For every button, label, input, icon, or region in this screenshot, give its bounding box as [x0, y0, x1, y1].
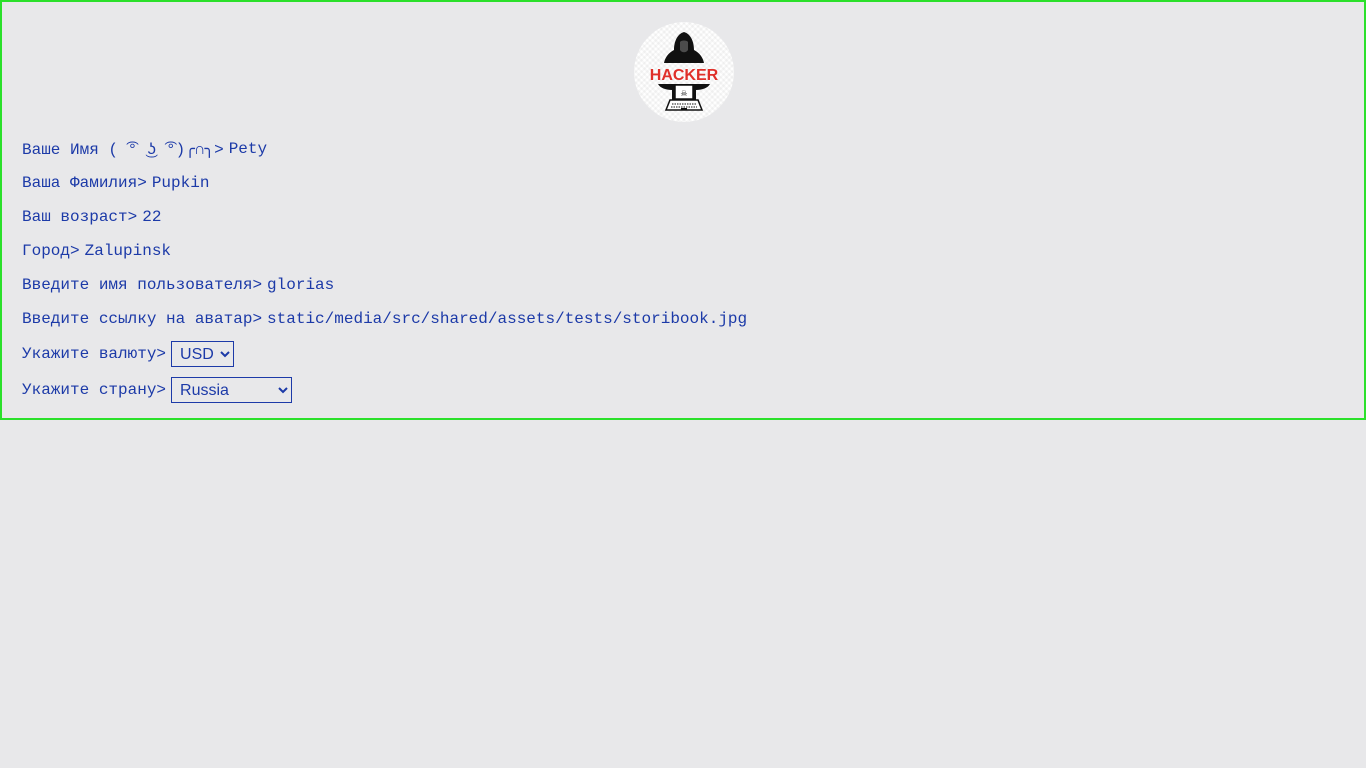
- avatar-link-label: Введите ссылку на аватар>: [22, 310, 263, 328]
- first-name-label: Ваше Имя ( ͡° ͜ʖ ͡°)╭∩╮>: [22, 141, 224, 159]
- currency-select[interactable]: USD: [171, 341, 235, 367]
- currency-label: Укажите валюту>: [22, 345, 167, 363]
- username-row: Введите имя пользователя> glorias: [22, 268, 747, 302]
- username-value: glorias: [267, 276, 335, 294]
- first-name-row: Ваше Имя ( ͡° ͜ʖ ͡°)╭∩╮> Pety: [22, 132, 747, 166]
- avatar-link-row: Введите ссылку на аватар> static/media/s…: [22, 302, 747, 336]
- last-name-row: Ваша Фамилия> Pupkin: [22, 166, 747, 200]
- city-value: Zalupinsk: [84, 242, 172, 260]
- avatar-link-value: static/media/src/shared/assets/tests/sto…: [267, 310, 748, 328]
- last-name-label: Ваша Фамилия>: [22, 174, 147, 192]
- avatar: HACKER ☠: [634, 22, 734, 122]
- last-name-value: Pupkin: [151, 174, 210, 192]
- profile-fields: Ваше Имя ( ͡° ͜ʖ ͡°)╭∩╮> Pety Ваша Фамил…: [22, 132, 747, 408]
- svg-text:HACKER: HACKER: [650, 67, 719, 84]
- svg-text:☠: ☠: [680, 89, 687, 98]
- first-name-value: Pety: [228, 140, 268, 158]
- currency-row: Укажите валюту> USD: [22, 336, 747, 372]
- username-label: Введите имя пользователя>: [22, 276, 263, 294]
- city-label: Город>: [22, 242, 80, 260]
- profile-card: HACKER ☠ Ваше Имя ( ͡° ͜ʖ ͡°)╭∩╮> Pety В…: [0, 0, 1366, 420]
- age-value: 22: [142, 208, 162, 226]
- country-row: Укажите страну> Russia: [22, 372, 747, 408]
- country-label: Укажите страну>: [22, 381, 167, 399]
- city-row: Город> Zalupinsk: [22, 234, 747, 268]
- age-label: Ваш возраст>: [22, 208, 138, 226]
- hacker-logo-icon: HACKER ☠: [650, 32, 719, 111]
- age-row: Ваш возраст> 22: [22, 200, 747, 234]
- country-select[interactable]: Russia: [171, 377, 293, 403]
